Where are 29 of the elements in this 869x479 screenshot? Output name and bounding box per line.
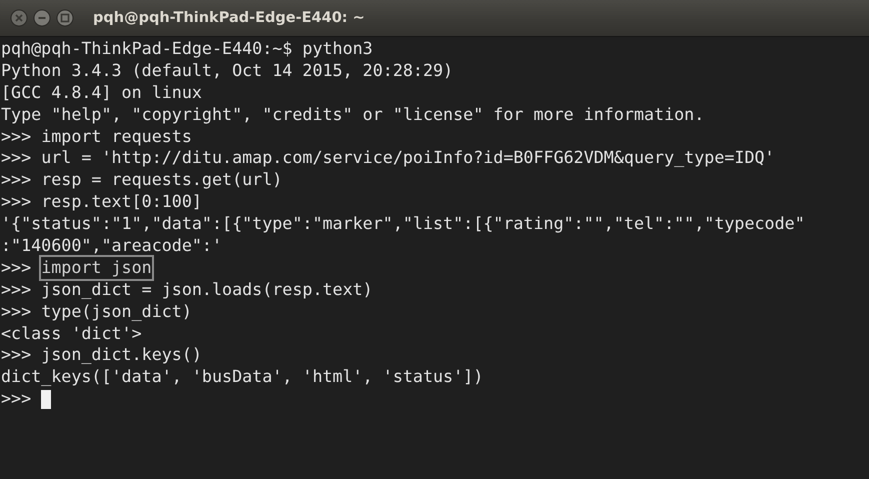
command-text: url = 'http://ditu.amap.com/service/poiInfo?id=B0FFG62VDM&query_type=IDQ' — [41, 147, 775, 170]
output-text: Type "help", "copyright", "credits" or "license" for more information. — [1, 104, 704, 126]
output-text: '{"status":"1","data":[{"type":"marker","list":[{"rating":"","tel":"","typecode" — [1, 213, 805, 236]
maximize-icon[interactable] — [56, 9, 74, 27]
command-text: resp.text[0:100] — [41, 191, 202, 214]
command-text: import json — [41, 256, 152, 279]
command-text: type(json_dict) — [41, 300, 192, 323]
output-text: [GCC 4.8.4] on linux — [1, 82, 202, 104]
command-text: resp = requests.get(url) — [41, 169, 282, 192]
prompt: >>> — [1, 126, 32, 148]
prompt: >>> — [1, 256, 32, 279]
output-text: dict_keys(['data', 'busData', 'html', 'status']) — [1, 366, 484, 388]
prompt: >>> — [1, 191, 32, 214]
close-icon[interactable] — [10, 9, 28, 27]
command-text: import requests — [41, 126, 192, 148]
prompt: >>> — [1, 300, 32, 323]
output-text: pqh@pqh-ThinkPad-Edge-E440:~$ python3 — [1, 38, 373, 60]
output-text: :"140600","areacode":' — [1, 235, 222, 257]
command-text: json_dict = json.loads(resp.text) — [41, 278, 373, 301]
window-title: pqh@pqh-ThinkPad-Edge-E440: ~ — [93, 10, 365, 26]
minimize-icon[interactable] — [33, 9, 51, 27]
output-text: Python 3.4.3 (default, Oct 14 2015, 20:28:29) — [1, 60, 454, 82]
prompt: >>> — [1, 344, 32, 366]
output-text: <class 'dict'> — [1, 322, 142, 344]
prompt: >>> — [1, 278, 32, 301]
prompt: >>> — [1, 147, 32, 170]
command-text: json_dict.keys() — [41, 344, 202, 366]
prompt: >>> — [1, 169, 32, 192]
prompt: >>> — [1, 388, 32, 410]
